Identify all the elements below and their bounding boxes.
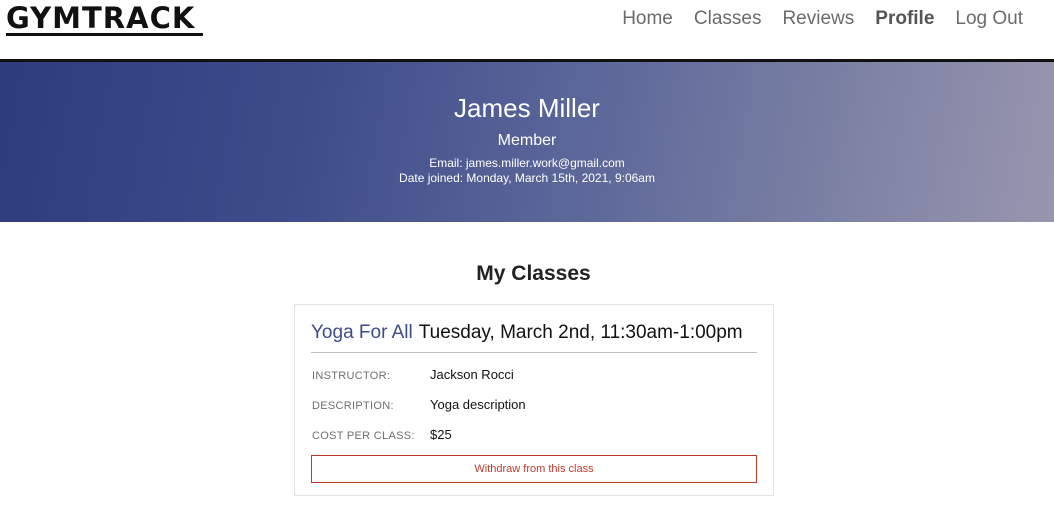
instructor-row: INSTRUCTOR: Jackson Rocci [312, 367, 752, 385]
class-card-header: Yoga For All Tuesday, March 2nd, 11:30am-… [311, 321, 757, 353]
profile-date-joined: Date joined: Monday, March 15th, 2021, 9… [399, 171, 655, 185]
my-classes-title: My Classes [476, 262, 591, 285]
withdraw-button[interactable]: Withdraw from this class [311, 455, 757, 483]
brand-underline [6, 33, 203, 36]
profile-hero: James Miller Member Email: james.miller.… [0, 62, 1054, 222]
cost-row: COST PER CLASS: $25 [312, 427, 752, 445]
nav-profile-link[interactable]: Profile [875, 6, 934, 32]
cost-value: $25 [430, 427, 452, 442]
nav-classes-link[interactable]: Classes [694, 6, 762, 32]
profile-email: Email: james.miller.work@gmail.com [429, 156, 625, 170]
profile-role: Member [497, 132, 557, 149]
instructor-label: INSTRUCTOR: [312, 370, 391, 382]
top-navbar: GYMTRACK Home Classes Reviews Profile Lo… [0, 0, 1054, 62]
brand-logo[interactable]: GYMTRACK [6, 1, 203, 36]
nav-home-link[interactable]: Home [622, 6, 673, 32]
class-name[interactable]: Yoga For All [311, 322, 413, 343]
class-time: Tuesday, March 2nd, 11:30am-1:00pm [418, 322, 743, 343]
description-value: Yoga description [430, 397, 526, 412]
nav-logout-link[interactable]: Log Out [955, 6, 1023, 32]
brand-name: GYMTRACK [6, 1, 196, 35]
cost-label: COST PER CLASS: [312, 430, 415, 442]
profile-name: James Miller [454, 93, 600, 123]
instructor-value: Jackson Rocci [430, 367, 514, 382]
description-row: DESCRIPTION: Yoga description [312, 397, 752, 415]
nav-reviews-link[interactable]: Reviews [782, 6, 854, 32]
class-card: Yoga For All Tuesday, March 2nd, 11:30am-… [294, 304, 774, 496]
description-label: DESCRIPTION: [312, 400, 394, 412]
nav-links: Home Classes Reviews Profile Log Out [622, 6, 1023, 32]
